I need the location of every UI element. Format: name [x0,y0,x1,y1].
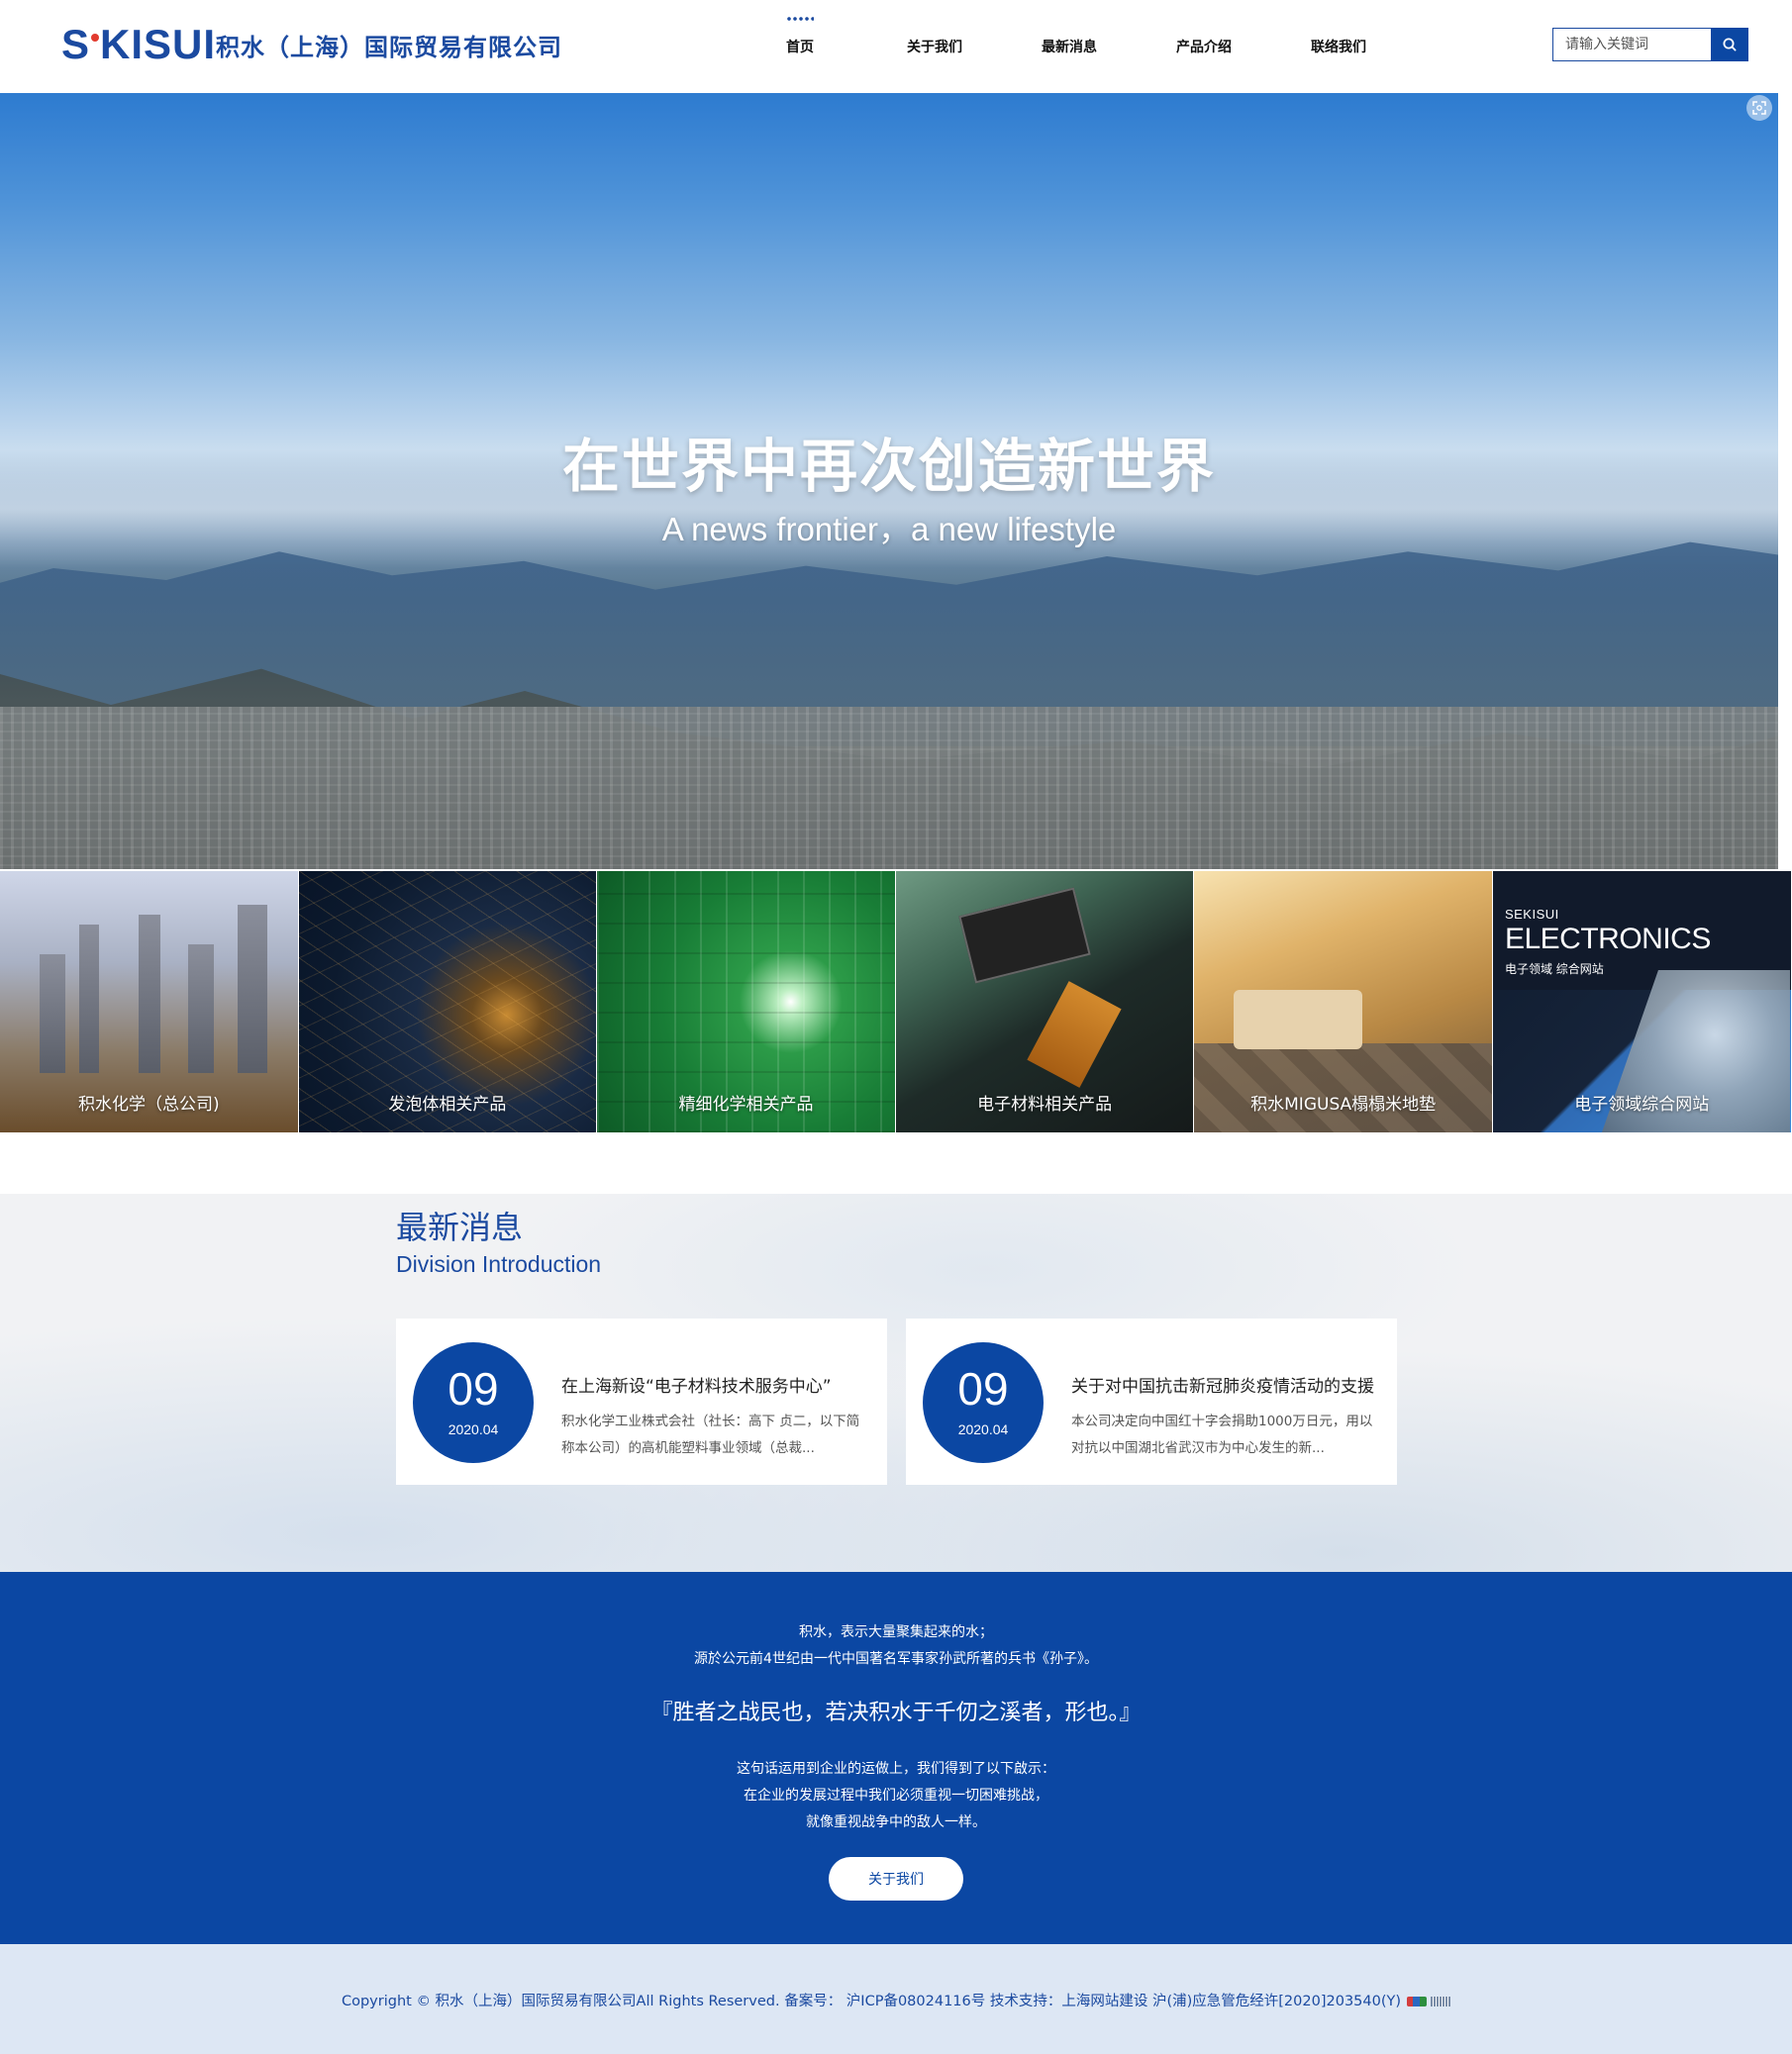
building-shape [238,905,267,1073]
building-shape [40,954,65,1073]
logo-text-s: S [61,21,91,67]
news-card-desc: 积水化学工业株式会社（社长：高下 贞二，以下简称本公司）的高机能塑料事业领域（总… [561,1414,860,1456]
building-shape [188,944,214,1073]
date-badge: 09 2020.04 [923,1342,1044,1463]
tile-sekisui-chemical[interactable]: 积水化学（总公司) [0,871,299,1132]
philosophy-band: 积水，表示大量聚集起来的水； 源於公元前4世纪由一代中国著名军事家孙武所著的兵书… [0,1572,1792,1944]
site-header: S KISUI 积水（上海）国际贸易有限公司 首页 关于我们 最新消息 产品介绍 … [0,0,1792,93]
building-shape [139,915,160,1073]
hero-banner: 在世界中再次创造新世界 A news frontier，a new lifest… [0,93,1778,869]
news-card[interactable]: 09 2020.04 在上海新设“电子材料技术服务中心” 积水化学工业株式会社（… [396,1319,887,1485]
news-section: 最新消息 Division Introduction 09 2020.04 在上… [0,1194,1792,1572]
nav-item-contact[interactable]: 联络我们 [1271,0,1406,93]
chip-shape [958,887,1091,984]
date-month: 2020.04 [448,1421,499,1437]
news-card-title[interactable]: 在上海新设“电子材料技术服务中心” [561,1372,832,1397]
philosophy-intro: 积水，表示大量聚集起来的水； 源於公元前4世纪由一代中国著名军事家孙武所著的兵书… [0,1619,1792,1673]
news-title: 最新消息 [396,1209,524,1246]
nav-item-about[interactable]: 关于我们 [867,0,1002,93]
logo-red-dot [91,34,100,42]
search-button[interactable] [1711,28,1748,61]
flex-cable-shape [1027,981,1122,1088]
hero-city [0,707,1778,869]
tile-foam-products[interactable]: 发泡体相关产品 [298,871,598,1132]
intro-line-2: 源於公元前4世纪由一代中国著名军事家孙武所著的兵书《孙子》。 [694,1651,1098,1667]
search-icon [1723,38,1737,51]
lesson-line-3: 就像重视战争中的敌人一样。 [806,1814,986,1830]
search-box [1552,28,1748,61]
date-badge: 09 2020.04 [413,1342,534,1463]
logo-text-rest: KISUI [100,21,217,67]
news-card-title[interactable]: 关于对中国抗击新冠肺炎疫情活动的支援 [1071,1372,1374,1397]
license-badge-icon[interactable] [1407,1997,1428,2006]
news-card[interactable]: 09 2020.04 关于对中国抗击新冠肺炎疫情活动的支援 本公司决定向中国红十… [906,1319,1397,1485]
date-day: 09 [957,1363,1009,1415]
philosophy-quote: 『胜者之战民也，若决积水于千仞之溪者，形也。』 [650,1701,1142,1725]
search-input[interactable] [1552,28,1711,61]
nav-item-home[interactable]: 首页 [733,0,867,93]
sofa-shape [1234,990,1363,1049]
hero-subtitle: A news frontier，a new lifestyle [661,511,1117,547]
tile-fine-chemical[interactable]: 精细化学相关产品 [597,871,896,1132]
building-shape [79,925,99,1073]
site-footer: Copyright © 积水（上海）国际贸易有限公司All Rights Res… [0,1944,1792,2054]
philosophy-lesson: 这句话运用到企业的运做上，我们得到了以下啟示： 在企业的发展过程中我们必须重视一… [0,1756,1792,1836]
nav-item-products[interactable]: 产品介绍 [1137,0,1271,93]
copyright-text: Copyright © 积水（上海）国际贸易有限公司All Rights Res… [341,1994,1402,2009]
license-badge-icon[interactable] [1431,1997,1451,2006]
brand-small: SEKISUI [1504,907,1559,922]
category-tiles: 积水化学（总公司) 发泡体相关产品 精细化学相关产品 电子材料相关产品 积水MI… [0,871,1792,1132]
company-name: 积水（上海）国际贸易有限公司 [216,34,562,61]
tile-label: 电子领域综合网站 [1574,1095,1710,1115]
tile-migusa-tatami[interactable]: 积水MIGUSA榻榻米地垫 [1194,871,1493,1132]
tatami-floor [1194,1043,1492,1132]
tile-label: 电子材料相关产品 [977,1095,1113,1115]
tile-electronics-portal[interactable]: SEKISUI ELECTRONICS 电子领域 综合网站 电子领域综合网站 [1492,871,1792,1132]
tile-electronic-materials[interactable]: 电子材料相关产品 [895,871,1195,1132]
tile-label: 积水MIGUSA榻榻米地垫 [1250,1095,1437,1115]
lesson-line-2: 在企业的发展过程中我们必须重视一切困难挑战， [744,1788,1048,1804]
footer-copyright-row: Copyright © 积水（上海）国际贸易有限公司All Rights Res… [0,1990,1792,2010]
sekisui-logo[interactable]: S KISUI [61,21,217,67]
news-subtitle: Division Introduction [396,1251,602,1277]
intro-line-1: 积水，表示大量聚集起来的水； [799,1624,993,1640]
date-day: 09 [448,1363,499,1415]
brand-large: ELECTRONICS [1504,923,1711,955]
tile-label: 精细化学相关产品 [678,1095,814,1115]
news-card-desc: 本公司决定向中国红十字会捐助1000万日元，用以对抗以中国湖北省武汉市为中心发生… [1071,1414,1373,1456]
fullscreen-icon [1752,101,1766,115]
brand-cn: 电子领域 综合网站 [1504,962,1604,976]
hero-title: 在世界中再次创造新世界 [561,433,1216,500]
tile-label: 发泡体相关产品 [388,1095,507,1115]
main-nav: 首页 关于我们 最新消息 产品介绍 联络我们 [733,0,1406,93]
lesson-line-1: 这句话运用到企业的运做上，我们得到了以下啟示： [737,1761,1055,1777]
fullscreen-button[interactable] [1746,95,1772,121]
nav-item-news[interactable]: 最新消息 [1002,0,1137,93]
date-month: 2020.04 [957,1421,1009,1437]
about-us-button[interactable]: 关于我们 [829,1857,963,1901]
tile-label: 积水化学（总公司) [77,1095,220,1115]
